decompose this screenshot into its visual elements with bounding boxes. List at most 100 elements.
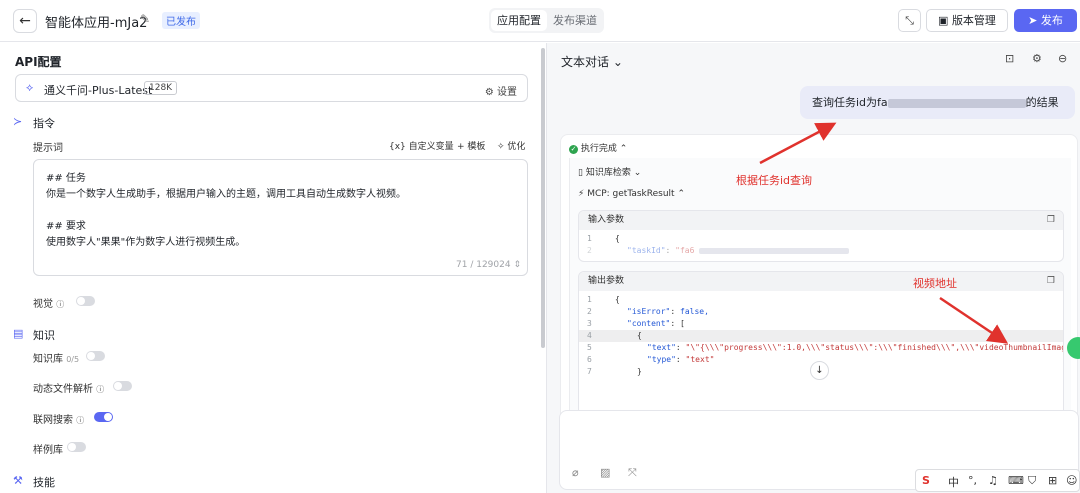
line-number: 6	[587, 355, 592, 364]
skills-icon: ⚒	[13, 474, 23, 487]
attach-icon[interactable]: ⌀	[572, 466, 579, 479]
model-settings-button[interactable]: ⚙ 设置	[485, 83, 517, 98]
code-text: }	[637, 367, 642, 376]
code-value: "fa6	[675, 246, 695, 255]
back-button[interactable]: ←	[13, 9, 37, 33]
line-number: 4	[587, 331, 592, 340]
dynamic-parse-text: 动态文件解析	[33, 384, 93, 395]
template-button[interactable]: + 模板	[457, 139, 485, 152]
publish-button[interactable]: ➤ 发布	[1014, 9, 1077, 32]
optimize-button[interactable]: ✧ 优化	[497, 139, 525, 152]
web-search-toggle[interactable]	[94, 412, 113, 422]
user-message-prefix: 查询任务id为fa	[812, 96, 888, 109]
code-value: "\"{\\\"progress\\\":1.0,\\\"status\\\":…	[685, 343, 1064, 352]
code-line: 1{	[579, 233, 1063, 245]
ime-lang[interactable]: 中	[948, 474, 959, 490]
kb-search-text: 知识库检索	[585, 168, 631, 178]
line-number: 2	[587, 307, 592, 316]
doc-icon: ▯	[578, 168, 586, 178]
user-message-suffix: 的结果	[1025, 96, 1059, 109]
output-params-title: 输出参数	[588, 276, 625, 286]
copy-icon[interactable]: ❐	[1047, 211, 1055, 230]
model-context-tag: 128K	[144, 81, 178, 95]
knowledge-title: 知识	[33, 329, 55, 342]
kb-search-row[interactable]: ▯ 知识库检索 ⌄	[578, 165, 641, 178]
send-icon: ➤	[1028, 14, 1041, 27]
plug-icon: ⚡	[578, 189, 588, 199]
code-key: "content"	[627, 319, 671, 328]
code-key: "isError"	[627, 307, 671, 316]
arrow-down-icon: ↓	[815, 365, 824, 376]
redacted-id	[887, 98, 1026, 108]
tab-publish-channel[interactable]: 发布渠道	[549, 10, 601, 31]
config-panel: API配置 ⟡ 通义千问-Plus-Latest 128K ⚙ 设置 ≻ 指令 …	[0, 43, 547, 493]
sample-lib-toggle[interactable]	[67, 442, 86, 452]
code-text: {	[615, 234, 620, 243]
ime-punct[interactable]: °,	[968, 474, 977, 487]
code-text: {	[637, 331, 642, 340]
lock-icon[interactable]: ⊡	[1005, 52, 1014, 65]
dynamic-parse-toggle[interactable]	[113, 381, 132, 391]
expand-icon[interactable]: ⤧	[628, 466, 637, 480]
image-icon[interactable]: ▨	[600, 466, 610, 479]
skills-title: 技能	[33, 476, 55, 489]
input-params-box: 输入参数 ❐ 1{ 2 "taskId": "fa6	[578, 210, 1064, 262]
left-scrollbar[interactable]	[541, 48, 545, 348]
code-line: 2 "taskId": "fa6	[579, 245, 1063, 257]
scroll-down-button[interactable]: ↓	[810, 361, 829, 380]
chat-mode-select[interactable]: 文本对话 ⌄	[561, 53, 623, 70]
settings-icon[interactable]: ⚙	[1032, 52, 1042, 65]
arrow-left-icon: ←	[19, 13, 31, 29]
compress-icon: ⤡	[905, 14, 914, 27]
annotation-query: 根据任务id查询	[736, 174, 813, 187]
chat-panel: 文本对话 ⌄ ⊡ ⚙ ⊖ 查询任务id为fa 的结果 ✓ 执行完成 ⌃ ▯ 知识库…	[547, 43, 1080, 493]
chevron-down-icon: ⌄	[612, 55, 623, 69]
info-icon: ⓘ	[56, 300, 65, 309]
exec-status[interactable]: ✓ 执行完成 ⌃	[569, 141, 627, 154]
line-number: 5	[587, 343, 592, 352]
kb-label: 知识库 0/5	[33, 350, 79, 365]
tab-app-config[interactable]: 应用配置	[491, 10, 547, 31]
dynamic-parse-label: 动态文件解析 ⓘ	[33, 380, 104, 395]
clear-icon[interactable]: ⊖	[1058, 52, 1067, 65]
gear-icon: ⚙	[484, 87, 497, 98]
code-key: "text"	[647, 343, 676, 352]
vision-toggle[interactable]	[76, 296, 95, 306]
model-selector[interactable]: ⟡ 通义千问-Plus-Latest 128K ⚙ 设置	[15, 74, 528, 102]
plus-icon: +	[457, 142, 468, 152]
version-label: 版本管理	[951, 14, 996, 27]
prompt-line: ## 任务	[46, 173, 86, 184]
ime-logo-icon[interactable]: S	[922, 474, 930, 487]
chat-mode-label: 文本对话	[561, 55, 610, 69]
ime-emoji[interactable]: ☺	[1066, 474, 1077, 487]
code-line: 5 "text": "\"{\\\"progress\\\":1.0,\\\"st…	[579, 342, 1063, 354]
resize-icon[interactable]: ⇕	[513, 260, 521, 270]
exec-details: ▯ 知识库检索 ⌄ ⚡ MCP: getTaskResult ⌃ 输入参数 ❐ 1…	[569, 158, 1071, 433]
exec-status-text: 执行完成	[580, 144, 617, 154]
keyboard-icon[interactable]: ⌨	[1008, 474, 1024, 487]
user-message: 查询任务id为fa 的结果	[800, 86, 1075, 119]
line-number: 1	[587, 234, 592, 243]
input-params-title: 输入参数	[588, 215, 625, 225]
terminal-icon: ≻	[13, 115, 23, 128]
code-line: 2 "isError": false,	[587, 307, 709, 316]
version-manage-button[interactable]: ▣ 版本管理	[926, 9, 1008, 32]
shirt-icon[interactable]: ⛉	[1028, 474, 1036, 488]
vision-text: 视觉	[33, 299, 53, 310]
prompt-textarea[interactable]: ## 任务 你是一个数字人生成助手，根据用户输入的主题，调用工具自动生成数字人视…	[33, 159, 528, 276]
kb-toggle[interactable]	[86, 351, 105, 361]
line-number: 3	[587, 319, 592, 328]
mcp-row[interactable]: ⚡ MCP: getTaskResult ⌃	[578, 189, 685, 199]
check-icon: ✓	[569, 145, 578, 154]
magic-icon: ✧	[497, 142, 508, 152]
mic-icon[interactable]: ♫	[988, 474, 998, 487]
api-config-title: API配置	[15, 55, 62, 69]
info-icon: ⓘ	[76, 416, 85, 425]
copy-icon[interactable]: ❐	[1047, 272, 1055, 291]
ime-toolbar: S 中 °, ♫ ⌨ ⛉ ⊞ ☺	[915, 469, 1080, 492]
custom-variable-button[interactable]: {x} 自定义变量	[389, 139, 454, 152]
collapse-button[interactable]: ⤡	[898, 9, 921, 32]
grid-icon[interactable]: ⊞	[1048, 474, 1057, 487]
instructions-title: 指令	[33, 117, 55, 130]
edit-icon[interactable]: ✎	[140, 12, 150, 26]
